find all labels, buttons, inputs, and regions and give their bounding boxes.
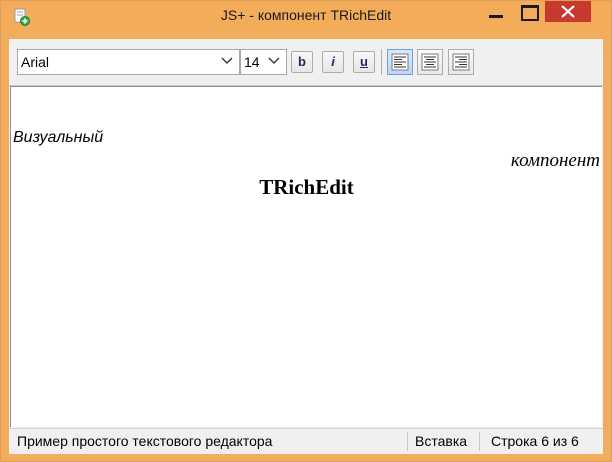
align-right-icon xyxy=(452,53,470,71)
editor-line: Визуальный xyxy=(13,129,104,146)
align-center-icon xyxy=(421,53,439,71)
align-left-button[interactable] xyxy=(387,49,413,75)
client-area: Arial 14 b i u Визуальный компонент TRic… xyxy=(9,39,603,454)
close-button[interactable] xyxy=(545,1,591,22)
status-edit-mode: Вставка xyxy=(415,433,468,449)
underline-button[interactable]: u xyxy=(353,51,375,73)
maximize-button[interactable] xyxy=(516,1,542,23)
status-divider xyxy=(479,432,480,451)
status-message: Пример простого текстового редактора xyxy=(17,433,273,449)
align-left-icon xyxy=(391,53,409,71)
status-divider xyxy=(407,432,408,451)
title-bar[interactable]: JS+ - компонент TRichEdit xyxy=(1,1,611,31)
toolbar-separator xyxy=(381,49,382,75)
bold-button[interactable]: b xyxy=(291,51,313,73)
font-size-select[interactable]: 14 xyxy=(240,49,287,75)
align-right-button[interactable] xyxy=(448,49,474,75)
font-size-value: 14 xyxy=(244,54,260,70)
minimize-icon xyxy=(489,15,503,18)
formatting-toolbar: Arial 14 b i u xyxy=(9,39,603,86)
maximize-icon xyxy=(521,5,539,21)
app-window: JS+ - компонент TRichEdit Arial 14 b i u… xyxy=(0,0,612,462)
close-icon xyxy=(561,5,575,18)
font-name-select[interactable]: Arial xyxy=(17,49,240,75)
status-bar: Пример простого текстового редактора Вст… xyxy=(9,428,603,454)
status-line-position: Строка 6 из 6 xyxy=(491,433,579,449)
italic-button[interactable]: i xyxy=(322,51,344,73)
chevron-down-icon xyxy=(268,57,280,64)
editor-line: компонент xyxy=(510,150,600,171)
minimize-button[interactable] xyxy=(485,1,507,23)
editor-line: TRichEdit xyxy=(259,175,354,199)
chevron-down-icon xyxy=(221,57,233,64)
rich-text-editor[interactable]: Визуальный компонент TRichEdit xyxy=(10,86,602,427)
align-center-button[interactable] xyxy=(417,49,443,75)
font-name-value: Arial xyxy=(21,54,50,70)
